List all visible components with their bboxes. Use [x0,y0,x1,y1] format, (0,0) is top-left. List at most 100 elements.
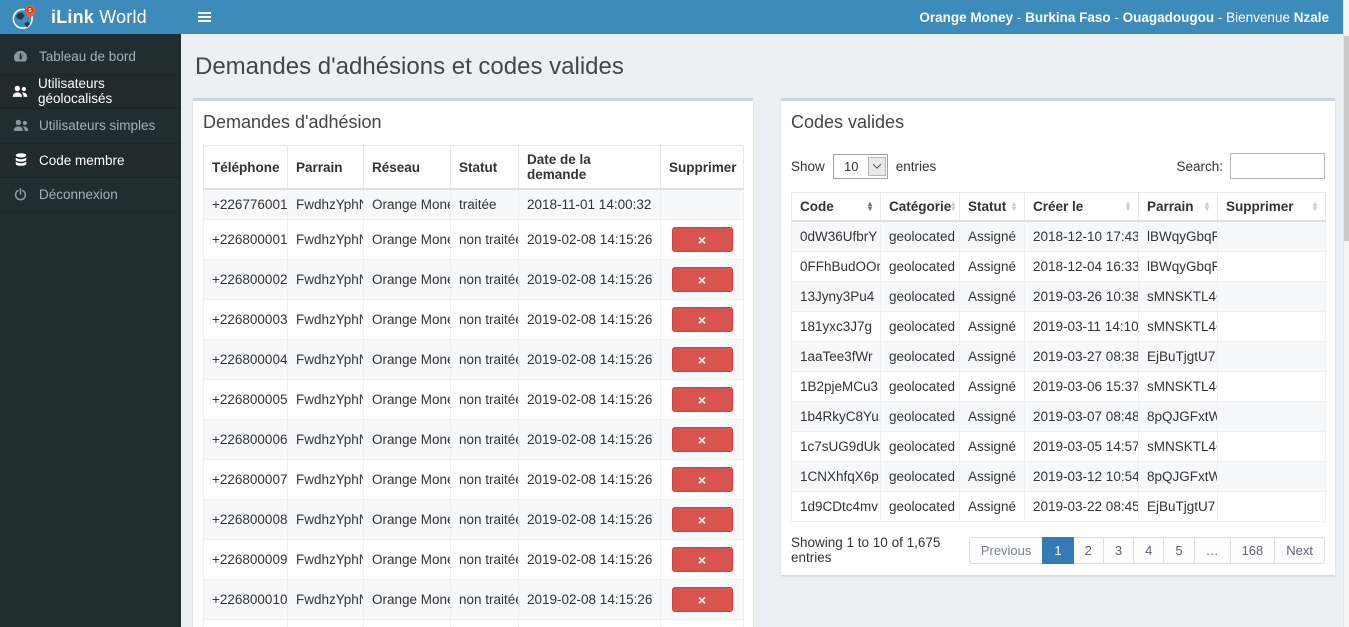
x-cross-icon: × [697,511,707,528]
delete-button[interactable]: × [671,227,733,252]
entries-label: entries [895,158,937,174]
users-icon [12,85,28,98]
power-icon [12,188,29,201]
delete-button[interactable]: × [671,507,733,532]
x-cross-icon: × [697,391,707,408]
sidebar-toggle-button[interactable] [195,7,214,27]
page-length-value: 10 [844,158,859,174]
sort-icon: ▴ ▾ [1011,198,1016,213]
table-row: 1c7sUG9dUk geolocated Assigné 2019-03-05 14… [791,431,1326,462]
table-row: +226800330FwdhzYphN9Orange Moneynon trai… [203,619,744,627]
table-row: +226800005FwdhzYphN9Orange Moneynon trai… [203,379,744,420]
table-row: 1CNXhfqX6p geolocated Assigné 2019-03-12 10… [791,461,1326,492]
column-header-statut: Statut [450,145,519,190]
search-control: Search: [1176,153,1325,179]
show-label: Show [791,158,825,174]
codes-panel: Codes valides Show 10 entries Search: Co… [781,98,1335,575]
users-icon [12,119,29,132]
page-length-control: Show 10 entries [791,153,937,179]
x-cross-icon: × [697,311,707,328]
sidebar-item-label: Code membre [39,152,125,168]
table-row: +226800003FwdhzYphN9Orange Moneynon trai… [203,299,744,340]
pagination-previous-button[interactable]: Previous [968,536,1044,564]
x-cross-icon: × [697,271,707,288]
pagination-page-2[interactable]: 2 [1072,536,1104,564]
table-row: +226800010FwdhzYphN9Orange Moneynon trai… [203,579,744,620]
table-row: +226800007FwdhzYphN9Orange Moneynon trai… [203,459,744,500]
app-window: $ iLink World Orange Money - Burkina Fas… [0,0,1349,627]
column-header-supprimer: Supprimer [660,145,744,190]
pagination-page-168[interactable]: 168 [1229,536,1276,564]
delete-button[interactable]: × [671,347,733,372]
pagination-page-3[interactable]: 3 [1102,536,1135,564]
pagination: Previous 1 2 3 4 5 … 168 Next [968,536,1325,564]
sort-icon: ▴ ▾ [951,198,956,213]
codes-panel-title: Codes valides [791,112,905,132]
hamburger-icon [198,12,211,14]
table-row: 1B2pjeMCu3 geolocated Assigné 2019-03-06 15… [791,371,1326,402]
column-header-date: Date de la demande [518,145,661,190]
adhesions-table: Téléphone Parrain Réseau Statut Date de … [203,145,744,627]
user-context-text: Orange Money - Burkina Faso - Ouagadougo… [919,9,1329,25]
table-row: +226800008FwdhzYphN9Orange Moneynon trai… [203,499,744,540]
delete-button[interactable]: × [671,307,733,332]
table-row: +226800006FwdhzYphN9Orange Moneynon trai… [203,419,744,460]
column-header-parrain[interactable]: Parrain ▴ ▾ [1138,192,1218,222]
x-cross-icon: × [697,591,707,608]
dashboard-icon [12,50,29,63]
delete-button[interactable]: × [671,267,733,292]
pagination-next-button[interactable]: Next [1274,536,1325,564]
table-row: +226800004FwdhzYphN9Orange Moneynon trai… [203,339,744,380]
column-header-code[interactable]: Code ▴ ▾ [791,192,881,222]
sort-icon: ▴ ▾ [867,198,872,213]
pagination-page-4[interactable]: 4 [1133,536,1165,564]
database-icon [12,153,29,167]
sidebar-item-utilisateurs-geolocalises[interactable]: Utilisateurs géolocalisés [0,74,181,109]
column-header-parrain: Parrain [287,145,364,190]
sort-icon: ▴ ▾ [1204,198,1209,213]
top-navbar: Orange Money - Burkina Faso - Ouagadougo… [181,0,1343,34]
x-cross-icon: × [697,471,707,488]
sidebar-item-tableau-de-bord[interactable]: Tableau de bord [0,40,181,75]
globe-pin-icon: $ [12,4,35,29]
column-header-supprimer[interactable]: Supprimer ▴ ▾ [1217,192,1326,222]
column-header-reseau: Réseau [363,145,451,190]
delete-button[interactable]: × [671,587,733,612]
sort-icon: ▴ ▾ [1312,198,1317,213]
search-input[interactable] [1230,153,1325,179]
column-header-categorie[interactable]: Catégorie ▴ ▾ [880,192,960,222]
delete-button[interactable]: × [671,547,733,572]
delete-button[interactable]: × [671,467,733,492]
column-header-creer-le[interactable]: Créer le ▴ ▾ [1024,192,1139,222]
table-row: +226800001FwdhzYphN9Orange Moneynon trai… [203,219,744,260]
table-row: 0dW36UfbrY geolocated Assigné 2018-12-10 17… [791,220,1326,252]
chevron-down-icon [867,156,886,176]
page-length-select[interactable]: 10 [832,153,888,179]
table-row: +226800009FwdhzYphN9Orange Moneynon trai… [203,539,744,580]
sidebar-nav: Tableau de bord Utilisateurs géolocalisé… [0,34,181,627]
delete-button[interactable]: × [671,427,733,452]
table-row: 1d9CDtc4mv geolocated Assigné 2019-03-22 08… [791,491,1326,522]
x-cross-icon: × [697,431,707,448]
table-row: 0FFhBudOOm geolocated Assigné 2018-12-04 16… [791,251,1326,282]
x-cross-icon: × [697,551,707,568]
brand-logo[interactable]: $ iLink World [0,0,181,34]
search-label: Search: [1176,158,1223,174]
sidebar-item-code-membre[interactable]: Code membre [0,143,181,178]
sidebar-item-deconnexion[interactable]: Déconnexion [0,178,181,213]
brand-name: iLink World [51,6,147,27]
sidebar-item-utilisateurs-simples[interactable]: Utilisateurs simples [0,109,181,144]
delete-button[interactable]: × [671,387,733,412]
scrollbar-thumb[interactable] [1344,36,1349,241]
vertical-scrollbar [1343,0,1349,627]
sidebar-item-label: Utilisateurs géolocalisés [38,76,113,107]
x-cross-icon: × [697,351,707,368]
pagination-page-1[interactable]: 1 [1042,536,1074,564]
pagination-page-5[interactable]: 5 [1163,536,1195,564]
table-row: +226800002FwdhzYphN9Orange Moneynon trai… [203,259,744,300]
column-header-telephone: Téléphone [203,145,288,190]
x-cross-icon: × [697,231,707,248]
pagination-ellipsis: … [1193,536,1231,564]
column-header-statut[interactable]: Statut ▴ ▾ [959,192,1025,222]
page-title: Demandes d'adhésions et codes valides [195,53,624,80]
